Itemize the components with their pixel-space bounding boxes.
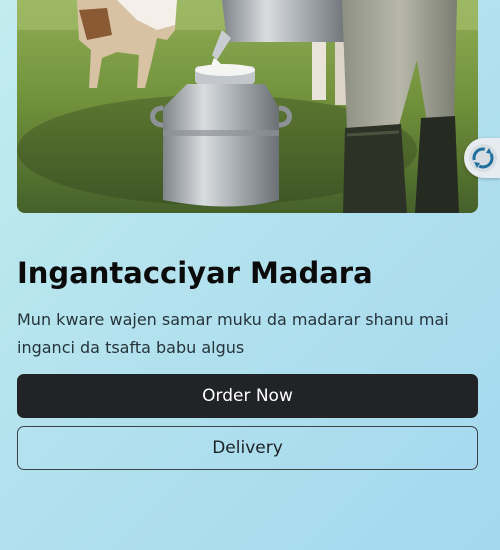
product-description: Mun kware wajen samar muku da madarar sh… bbox=[17, 310, 449, 357]
milk-pouring-photo bbox=[17, 0, 478, 213]
floating-scroll-widget[interactable] bbox=[464, 138, 500, 178]
refresh-icon bbox=[469, 144, 497, 172]
delivery-button[interactable]: Delivery bbox=[17, 426, 478, 470]
order-now-button[interactable]: Order Now bbox=[17, 374, 478, 418]
product-hero-image bbox=[17, 0, 478, 213]
product-title: Ingantacciyar Madara bbox=[17, 256, 373, 290]
